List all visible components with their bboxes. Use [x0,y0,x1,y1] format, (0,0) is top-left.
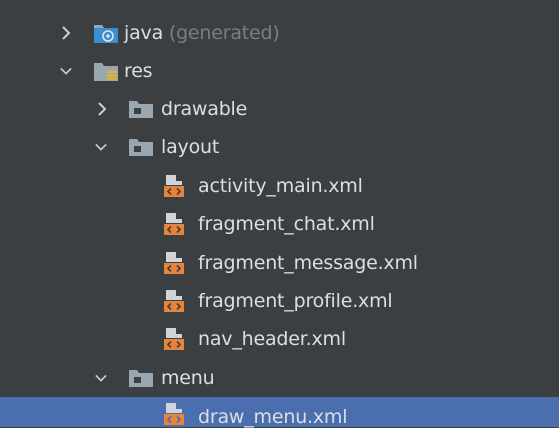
tree-item-fragment-profile-xml[interactable]: fragment_profile.xml [0,282,559,319]
folder-icon [128,368,154,388]
tree-item-label: fragment_chat.xml [198,212,375,235]
tree-item-label: menu [161,366,215,389]
tree-item-label: draw_menu.xml [198,406,348,428]
tree-item-res[interactable]: res [0,52,559,89]
chevron-down-icon[interactable] [95,141,107,153]
layout-xml-file-icon [163,251,185,275]
tree-item-fragment-message-xml[interactable]: fragment_message.xml [0,244,559,281]
java-label: java [124,21,164,44]
layout-xml-file-icon [163,327,185,351]
chevron-down-icon[interactable] [95,372,107,384]
generated-hint: (generated) [168,21,280,44]
tree-item-label: res [124,59,153,82]
tree-item-label: fragment_profile.xml [198,289,393,312]
layout-xml-file-icon [163,174,185,198]
layout-xml-file-icon [163,289,185,313]
chevron-down-icon[interactable] [60,65,72,77]
tree-item-activity-main-xml[interactable]: activity_main.xml [0,167,559,204]
chevron-right-icon[interactable] [60,25,72,40]
chevron-right-icon[interactable] [96,101,108,116]
tree-item-draw-menu-xml[interactable]: draw_menu.xml [0,397,559,428]
folder-icon [128,137,154,157]
layout-xml-file-icon [163,402,185,426]
tree-item-label: layout [161,135,220,158]
tree-item-label: drawable [161,97,248,120]
project-tree: java (generated) res drawable layout act… [0,0,559,428]
tree-item-nav-header-xml[interactable]: nav_header.xml [0,320,559,357]
tree-item-fragment-chat-xml[interactable]: fragment_chat.xml [0,205,559,242]
tree-item-label: java (generated) [124,22,280,44]
tree-item-label: fragment_message.xml [198,251,418,274]
java-generated-folder-icon [93,22,119,44]
tree-item-layout[interactable]: layout [0,128,559,165]
tree-item-java[interactable]: java (generated) [0,14,559,51]
tree-item-label: activity_main.xml [198,174,363,197]
tree-item-drawable[interactable]: drawable [0,90,559,127]
resources-folder-icon [93,60,119,82]
tree-item-menu[interactable]: menu [0,359,559,396]
tree-item-label: nav_header.xml [198,327,346,350]
folder-icon [128,99,154,119]
layout-xml-file-icon [163,212,185,236]
